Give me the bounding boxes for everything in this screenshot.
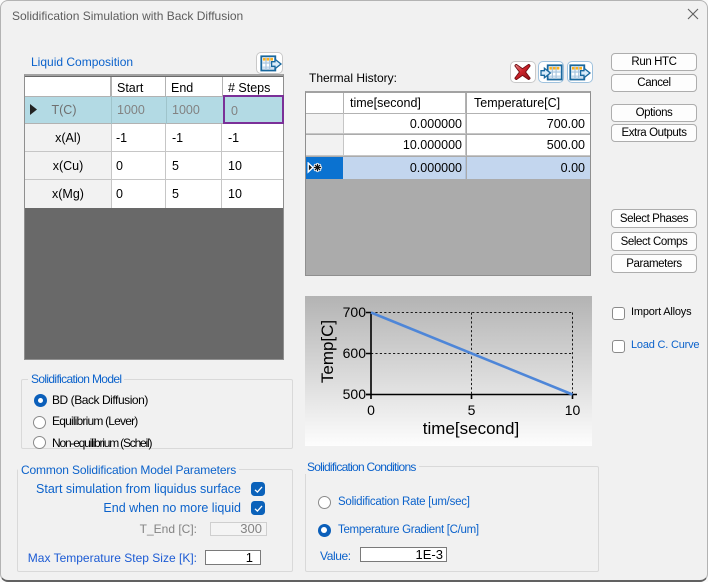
svg-text:500: 500 — [343, 386, 367, 402]
svg-text:600: 600 — [343, 345, 367, 361]
svg-text:time[second]: time[second] — [423, 419, 519, 438]
svg-text:0: 0 — [367, 402, 375, 418]
svg-text:5: 5 — [468, 402, 476, 418]
svg-text:Temp[C]: Temp[C] — [318, 320, 337, 383]
svg-text:700: 700 — [343, 304, 367, 320]
svg-text:10: 10 — [565, 402, 581, 418]
